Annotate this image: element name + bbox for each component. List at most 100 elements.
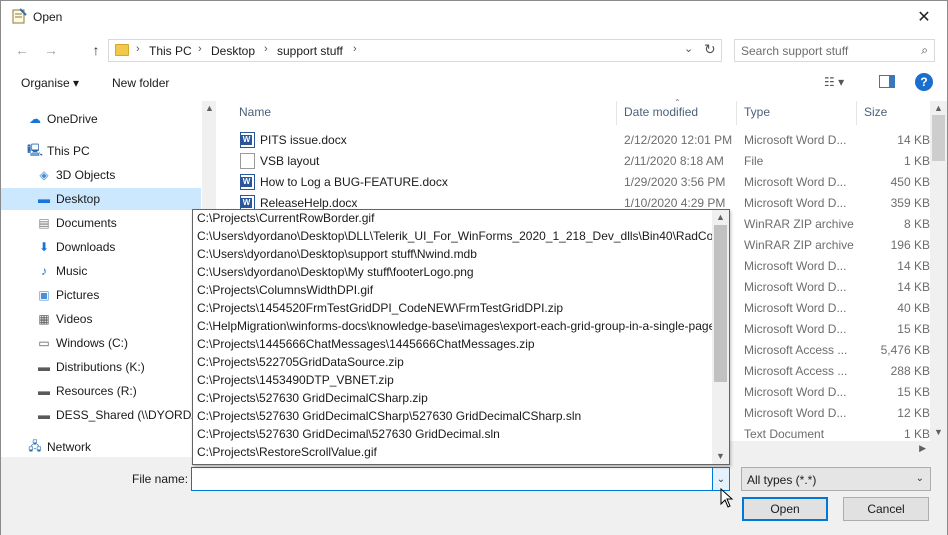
- sidebar-item-label: Pictures: [56, 288, 100, 302]
- close-button[interactable]: ✕: [901, 1, 947, 33]
- autocomplete-item[interactable]: C:\Projects\522705GridDataSource.zip: [197, 355, 713, 373]
- scroll-up-icon[interactable]: ▲: [716, 212, 725, 222]
- organise-button[interactable]: Organise ▾: [21, 76, 79, 90]
- chevron-right-icon: ›: [198, 43, 202, 55]
- address-bar[interactable]: › This PC › Desktop › support stuff › ⌄ …: [108, 39, 722, 62]
- file-size-cell: 40 KB: [897, 301, 930, 315]
- column-header-size[interactable]: Size: [864, 105, 887, 129]
- sidebar-item[interactable]: ⬇ Downloads: [1, 236, 201, 258]
- autocomplete-item[interactable]: C:\Projects\1454520FrmTestGridDPI_CodeNE…: [197, 301, 713, 319]
- refresh-icon[interactable]: ↻: [704, 41, 716, 58]
- forward-button[interactable]: →: [40, 39, 62, 61]
- sidebar-item[interactable]: ▤ Documents: [1, 212, 201, 234]
- file-type-cell: File: [744, 154, 764, 168]
- file-row[interactable]: VSB layout 2/11/2020 8:18 AM File 1 KB: [216, 151, 931, 172]
- sidebar-item-label: 3D Objects: [56, 168, 116, 182]
- autocomplete-item[interactable]: C:\HelpMigration\winforms-docs\knowledge…: [197, 319, 713, 337]
- sidebar-item-label: Distributions (K:): [56, 360, 145, 374]
- autocomplete-item[interactable]: C:\Users\dyordano\Desktop\My stuff\foote…: [197, 265, 713, 283]
- network-drive-icon: ▬: [38, 408, 50, 422]
- new-folder-button[interactable]: New folder: [112, 76, 169, 90]
- autocomplete-item[interactable]: C:\Projects\1445666ChatMessages\1445666C…: [197, 337, 713, 355]
- scroll-thumb[interactable]: [932, 115, 945, 161]
- file-type-cell: Microsoft Word D...: [744, 301, 847, 315]
- command-bar: Organise ▾ New folder ☷ ▾ ?: [1, 69, 947, 97]
- column-divider[interactable]: [616, 101, 617, 125]
- file-type-cell: Microsoft Word D...: [744, 175, 847, 189]
- arrow-up-icon: ↑: [92, 42, 100, 58]
- download-icon: ⬇: [38, 240, 50, 254]
- sidebar-item[interactable]: ☁ OneDrive: [1, 108, 201, 130]
- preview-pane-icon[interactable]: [879, 75, 895, 88]
- sidebar-item-label: Downloads: [56, 240, 116, 254]
- autocomplete-scrollbar[interactable]: ▲ ▼: [712, 210, 729, 464]
- arrow-right-icon: →: [44, 42, 58, 58]
- scroll-right-icon[interactable]: ▶: [919, 443, 926, 454]
- up-button[interactable]: ↑: [85, 39, 107, 61]
- file-name-cell: ReleaseHelp.docx: [260, 196, 358, 210]
- autocomplete-item[interactable]: C:\Users\dyordano\Desktop\support stuff\…: [197, 247, 713, 265]
- sidebar-item-label: Music: [56, 264, 88, 278]
- sidebar-item[interactable]: ▬ Desktop: [1, 188, 201, 210]
- scroll-thumb[interactable]: [714, 225, 727, 382]
- file-row[interactable]: How to Log a BUG-FEATURE.docx 1/29/2020 3…: [216, 172, 931, 193]
- back-button[interactable]: ←: [11, 39, 33, 61]
- arrow-left-icon: ←: [15, 42, 29, 58]
- column-divider[interactable]: [736, 101, 737, 125]
- view-options-icon[interactable]: ☷ ▾: [824, 75, 844, 89]
- sidebar-item[interactable]: 🖳 This PC: [1, 140, 201, 162]
- file-row[interactable]: PITS issue.docx 2/12/2020 12:01 PM Microso…: [216, 130, 931, 151]
- network-drive-icon: ▬: [38, 384, 50, 398]
- file-size-cell: 450 KB: [890, 175, 930, 189]
- sidebar-item[interactable]: ♪ Music: [1, 260, 201, 282]
- file-name-history-button[interactable]: ⌄: [712, 468, 729, 490]
- help-icon[interactable]: ?: [915, 73, 933, 91]
- title-bar: Open ✕: [1, 1, 947, 33]
- breadcrumb-desktop[interactable]: Desktop: [211, 44, 255, 58]
- scroll-up-icon[interactable]: ▲: [205, 103, 214, 113]
- scroll-down-icon[interactable]: ▼: [716, 451, 725, 461]
- column-header-type[interactable]: Type: [744, 105, 770, 129]
- scroll-down-icon[interactable]: ▼: [934, 427, 943, 437]
- cancel-button[interactable]: Cancel: [843, 497, 929, 521]
- file-type-cell: WinRAR ZIP archive: [744, 217, 854, 231]
- autocomplete-item[interactable]: C:\Projects\1453490DTP_VBNET.zip: [197, 373, 713, 391]
- open-button[interactable]: Open: [742, 497, 828, 521]
- file-type-cell: Microsoft Word D...: [744, 259, 847, 273]
- file-size-cell: 15 KB: [897, 322, 930, 336]
- file-name-input[interactable]: ⌄: [191, 467, 730, 491]
- autocomplete-item[interactable]: C:\Users\dyordano\Desktop\DLL\Telerik_UI…: [197, 229, 713, 247]
- autocomplete-item[interactable]: C:\Projects\CurrentRowBorder.gif: [197, 211, 713, 229]
- sidebar-item[interactable]: ◈ 3D Objects: [1, 164, 201, 186]
- sidebar-item[interactable]: ▬ Distributions (K:): [1, 356, 201, 378]
- column-header-date[interactable]: Date modified: [624, 105, 698, 129]
- address-dropdown-icon[interactable]: ⌄: [684, 42, 693, 55]
- music-icon: ♪: [41, 264, 47, 278]
- sidebar-item[interactable]: ▬ Resources (R:): [1, 380, 201, 402]
- file-date-cell: 2/11/2020 8:18 AM: [624, 154, 724, 168]
- video-icon: ▦: [38, 312, 50, 326]
- sidebar-item[interactable]: ▣ Pictures: [1, 284, 201, 306]
- sidebar-item[interactable]: 🖧 Network: [1, 436, 201, 458]
- sidebar-item[interactable]: ▦ Videos: [1, 308, 201, 330]
- autocomplete-item[interactable]: C:\Projects\527630 GridDecimalCSharp\527…: [197, 409, 713, 427]
- search-placeholder: Search support stuff: [741, 44, 849, 58]
- breadcrumb-support-stuff[interactable]: support stuff: [277, 44, 343, 58]
- autocomplete-item[interactable]: C:\Projects\ColumnsWidthDPI.gif: [197, 283, 713, 301]
- autocomplete-item[interactable]: C:\Projects\RestoreScrollValue.gif: [197, 445, 713, 463]
- file-icon: [240, 153, 255, 169]
- column-divider[interactable]: [856, 101, 857, 125]
- file-list-vertical-scrollbar[interactable]: ▲ ▼: [930, 101, 947, 457]
- search-input[interactable]: Search support stuff ⌕: [734, 39, 935, 62]
- autocomplete-item[interactable]: C:\Projects\527630 GridDecimal\527630 Gr…: [197, 427, 713, 445]
- sidebar-item[interactable]: ▬ DESS_Shared (\\DYORDAN: [1, 404, 201, 426]
- scroll-up-icon[interactable]: ▲: [934, 103, 943, 113]
- file-type-select[interactable]: All types (*.*) ⌄: [741, 467, 931, 491]
- sidebar-item-label: This PC: [47, 144, 90, 158]
- column-header-name[interactable]: Name: [239, 105, 271, 129]
- open-file-dialog: Open ✕ ← → ↑ › This PC › Desktop › suppo…: [0, 0, 948, 535]
- cube-icon: ◈: [39, 168, 49, 182]
- breadcrumb-this-pc[interactable]: This PC: [149, 44, 192, 58]
- autocomplete-item[interactable]: C:\Projects\527630 GridDecimalCSharp.zip: [197, 391, 713, 409]
- sidebar-item[interactable]: ▭ Windows (C:): [1, 332, 201, 354]
